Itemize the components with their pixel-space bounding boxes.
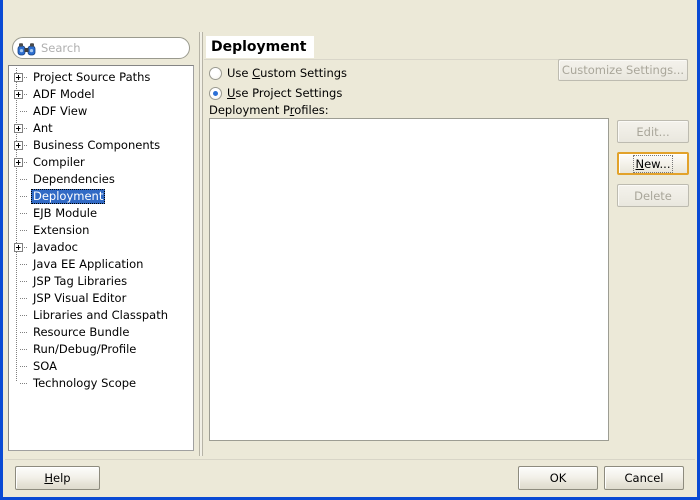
sidebar-item-dependencies[interactable]: Dependencies [11, 171, 193, 188]
expand-plus-icon[interactable] [11, 137, 31, 154]
sidebar-item-javadoc[interactable]: Javadoc [11, 239, 193, 256]
tree-branch-icon [11, 205, 31, 222]
sidebar-item-label: Javadoc [33, 240, 78, 254]
search-box[interactable] [12, 37, 190, 59]
sidebar-item-ejb-module[interactable]: EJB Module [11, 205, 193, 222]
sidebar-item-label: Dependencies [33, 172, 115, 186]
profile-action-buttons: Edit... New... Delete [617, 120, 689, 216]
expand-plus-icon[interactable] [11, 86, 31, 103]
radio-label-project: Use Project Settings [227, 86, 343, 100]
sidebar-item-label: JSP Visual Editor [33, 291, 127, 305]
cancel-button-label: Cancel [624, 471, 664, 485]
sidebar-item-label: Business Components [33, 138, 161, 152]
customize-settings-label: Customize Settings... [561, 63, 685, 77]
panel-splitter[interactable] [196, 32, 204, 456]
tree-branch-icon [11, 341, 31, 358]
dialog-body: Project Source Paths ADF Model ADF View Ant… [3, 29, 697, 459]
sidebar-item-adf-view[interactable]: ADF View [11, 103, 193, 120]
sidebar-item-label: Ant [33, 121, 53, 135]
customize-settings-button[interactable]: Customize Settings... [558, 59, 688, 81]
footer-divider [5, 459, 695, 460]
sidebar-item-label: EJB Module [33, 206, 98, 220]
tree-branch-icon [11, 222, 31, 239]
delete-profile-button[interactable]: Delete [617, 184, 689, 207]
sidebar-item-technology-scope[interactable]: Technology Scope [11, 375, 193, 392]
sidebar-item-label: SOA [33, 359, 58, 373]
sidebar-item-label: Project Source Paths [33, 70, 151, 84]
delete-button-label: Delete [634, 188, 672, 203]
page-title: Deployment [206, 36, 315, 58]
sidebar-item-label: Deployment [31, 189, 106, 204]
radio-use-project-settings[interactable]: Use Project Settings [209, 86, 342, 100]
sidebar-item-java-ee-application[interactable]: Java EE Application [11, 256, 193, 273]
edit-profile-button[interactable]: Edit... [617, 120, 689, 143]
expand-plus-icon[interactable] [11, 239, 31, 256]
ok-button[interactable]: OK [518, 466, 598, 490]
sidebar-item-label: Resource Bundle [33, 325, 130, 339]
sidebar-item-soa[interactable]: SOA [11, 358, 193, 375]
tree-branch-icon [11, 103, 31, 120]
sidebar-item-extension[interactable]: Extension [11, 222, 193, 239]
edit-button-label: Edit... [636, 124, 670, 139]
sidebar-item-label: JSP Tag Libraries [33, 274, 128, 288]
tree-branch-icon [11, 358, 31, 375]
sidebar-item-business-components[interactable]: Business Components [11, 137, 193, 154]
cancel-button[interactable]: Cancel [604, 466, 684, 490]
sidebar-item-ant[interactable]: Ant [11, 120, 193, 137]
tree-branch-icon [11, 324, 31, 341]
sidebar-item-jsp-tag-libraries[interactable]: JSP Tag Libraries [11, 273, 193, 290]
deployment-settings-panel: Deployment Use Custom Settings Use Proje… [204, 32, 691, 456]
radio-use-custom-settings[interactable]: Use Custom Settings [209, 66, 347, 80]
deployment-profiles-label: Deployment Profiles: [209, 103, 329, 117]
sidebar-item-project-source-paths[interactable]: Project Source Paths [11, 69, 193, 86]
sidebar-item-compiler[interactable]: Compiler [11, 154, 193, 171]
sidebar-item-libraries-and-classpath[interactable]: Libraries and Classpath [11, 307, 193, 324]
help-button[interactable]: Help [15, 466, 100, 490]
settings-navigation-panel: Project Source Paths ADF Model ADF View Ant… [8, 34, 194, 454]
new-profile-button[interactable]: New... [617, 152, 689, 175]
sidebar-item-resource-bundle[interactable]: Resource Bundle [11, 324, 193, 341]
help-button-label: Help [44, 471, 71, 485]
dialog-footer: Help OK Cancel [3, 459, 697, 497]
sidebar-item-label: Extension [33, 223, 90, 237]
radio-indicator-project[interactable] [209, 86, 222, 100]
sidebar-item-deployment[interactable]: Deployment [11, 188, 193, 205]
radio-indicator-custom[interactable] [209, 66, 222, 80]
tree-branch-icon [11, 375, 31, 392]
sidebar-item-label: Compiler [33, 155, 85, 169]
expand-plus-icon[interactable] [11, 69, 31, 86]
expand-plus-icon[interactable] [11, 154, 31, 171]
sidebar-item-adf-model[interactable]: ADF Model [11, 86, 193, 103]
sidebar-item-label: Java EE Application [33, 257, 144, 271]
radio-label-custom: Use Custom Settings [227, 66, 348, 80]
sidebar-item-run-debug-profile[interactable]: Run/Debug/Profile [11, 341, 193, 358]
tree-branch-icon [11, 290, 31, 307]
sidebar-item-label: Libraries and Classpath [33, 308, 169, 322]
tree-branch-icon [11, 273, 31, 290]
binoculars-icon [17, 41, 36, 56]
deployment-profiles-list[interactable] [209, 118, 609, 441]
ok-button-label: OK [549, 471, 567, 485]
sidebar-item-jsp-visual-editor[interactable]: JSP Visual Editor [11, 290, 193, 307]
sidebar-item-label: Technology Scope [33, 376, 137, 390]
tree-branch-icon [11, 188, 31, 205]
settings-tree[interactable]: Project Source Paths ADF Model ADF View Ant… [8, 65, 194, 451]
expand-plus-icon[interactable] [11, 120, 31, 137]
sidebar-item-label: ADF Model [33, 87, 95, 101]
sidebar-item-label: ADF View [33, 104, 88, 118]
search-input[interactable] [41, 40, 181, 56]
project-properties-dialog: Project Properties - C:\JDeveloper\mywor… [0, 0, 700, 500]
tree-branch-icon [11, 307, 31, 324]
tree-branch-icon [11, 171, 31, 188]
tree-branch-icon [11, 256, 31, 273]
sidebar-item-label: Run/Debug/Profile [33, 342, 137, 356]
new-button-label: New... [633, 154, 673, 173]
